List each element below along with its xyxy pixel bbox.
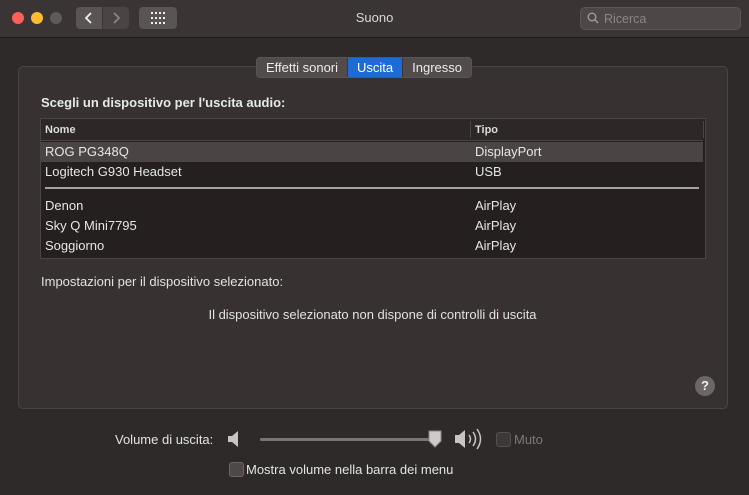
show-volume-in-menubar-label: Mostra volume nella barra dei menu bbox=[246, 462, 454, 477]
tab-bar: Effetti sonori Uscita Ingresso bbox=[256, 57, 473, 78]
device-name: Soggiorno bbox=[45, 238, 105, 253]
device-type: USB bbox=[475, 164, 502, 179]
device-type: AirPlay bbox=[475, 238, 517, 253]
search-icon bbox=[587, 12, 599, 24]
table-row[interactable]: Logitech G930 Headset USB bbox=[41, 162, 703, 182]
mute-label: Muto bbox=[514, 432, 543, 447]
table-row[interactable]: Soggiorno AirPlay bbox=[41, 236, 703, 256]
device-settings-label: Impostazioni per il dispositivo selezion… bbox=[41, 274, 284, 289]
volume-slider-knob[interactable] bbox=[428, 430, 442, 448]
title-bar: Suono bbox=[0, 0, 749, 38]
column-header-type[interactable]: Tipo bbox=[475, 124, 498, 136]
no-controls-message: Il dispositivo selezionato non dispone d… bbox=[208, 307, 537, 322]
output-heading: Scegli un dispositivo per l'uscita audio… bbox=[41, 95, 286, 110]
device-type: AirPlay bbox=[475, 198, 517, 213]
output-device-table: Nome Tipo ROG PG348Q DisplayPort Logitec… bbox=[40, 118, 706, 259]
volume-slider-fill bbox=[260, 438, 435, 441]
help-button[interactable]: ? bbox=[695, 376, 715, 396]
table-row[interactable]: ROG PG348Q DisplayPort bbox=[41, 142, 703, 162]
table-row[interactable]: Denon AirPlay bbox=[41, 196, 703, 216]
search-input[interactable] bbox=[602, 10, 736, 28]
volume-slider-track[interactable] bbox=[260, 438, 440, 441]
mute-checkbox[interactable] bbox=[496, 432, 511, 447]
table-row[interactable]: Sky Q Mini7795 AirPlay bbox=[41, 216, 703, 236]
search-field[interactable] bbox=[580, 7, 741, 30]
tab-sound-effects[interactable]: Effetti sonori bbox=[257, 58, 349, 77]
speaker-low-icon bbox=[228, 431, 238, 447]
device-name: Sky Q Mini7795 bbox=[45, 218, 137, 233]
output-volume-label: Volume di uscita: bbox=[115, 432, 214, 447]
column-divider bbox=[470, 121, 471, 138]
show-volume-in-menubar-checkbox[interactable] bbox=[229, 462, 244, 477]
device-name: Denon bbox=[45, 198, 84, 213]
device-type: AirPlay bbox=[475, 218, 517, 233]
device-group-separator bbox=[45, 187, 699, 189]
column-divider bbox=[703, 121, 704, 138]
column-header-name[interactable]: Nome bbox=[45, 124, 76, 136]
table-header: Nome Tipo bbox=[41, 119, 704, 141]
device-name: ROG PG348Q bbox=[45, 144, 129, 159]
device-name: Logitech G930 Headset bbox=[45, 164, 182, 179]
device-type: DisplayPort bbox=[475, 144, 542, 159]
tab-output[interactable]: Uscita bbox=[348, 58, 404, 77]
tab-input[interactable]: Ingresso bbox=[403, 58, 471, 77]
speaker-high-icon bbox=[455, 428, 482, 450]
